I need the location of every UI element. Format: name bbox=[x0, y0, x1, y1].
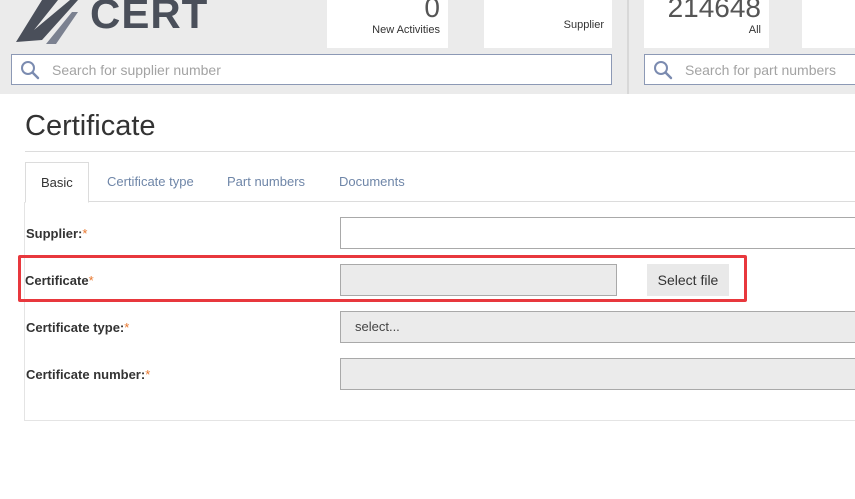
search-icon bbox=[654, 61, 673, 80]
page-title: Certificate bbox=[25, 110, 156, 142]
required-mark: * bbox=[124, 320, 130, 335]
search-icon bbox=[21, 61, 40, 80]
tab-part-numbers[interactable]: Part numbers bbox=[212, 162, 320, 202]
certificate-type-label: Certificate type:* bbox=[26, 320, 129, 335]
stat-tile-partial[interactable] bbox=[802, 0, 855, 48]
stat-label: Supplier bbox=[563, 19, 604, 31]
certificate-number-field[interactable] bbox=[340, 358, 855, 390]
tab-certificate-type[interactable]: Certificate type bbox=[92, 162, 209, 202]
stat-value: 0 bbox=[424, 0, 440, 23]
certificate-type-label-text: Certificate type: bbox=[26, 320, 125, 335]
required-mark: * bbox=[88, 273, 94, 288]
supplier-label: Supplier:* bbox=[26, 226, 87, 241]
supplier-search-input[interactable] bbox=[52, 55, 602, 84]
app-header: CERT 0 New Activities Supplier 214648 Al… bbox=[0, 0, 855, 94]
tab-documents[interactable]: Documents bbox=[324, 162, 420, 202]
certificate-type-selected: select... bbox=[355, 319, 400, 334]
certificate-number-label: Certificate number:* bbox=[26, 367, 150, 382]
stat-supplier[interactable]: Supplier bbox=[484, 0, 612, 48]
stat-all[interactable]: 214648 All bbox=[644, 0, 769, 48]
certificate-label-text: Certificate bbox=[25, 273, 89, 288]
stat-new-activities[interactable]: 0 New Activities bbox=[327, 0, 448, 48]
required-mark: * bbox=[82, 226, 88, 241]
certificate-label: Certificate* bbox=[25, 273, 94, 288]
stat-value: 214648 bbox=[667, 0, 761, 23]
supplier-search-box[interactable] bbox=[11, 54, 612, 85]
certificate-file-field bbox=[340, 264, 617, 296]
tab-basic[interactable]: Basic bbox=[25, 162, 89, 203]
select-file-button[interactable]: Select file bbox=[647, 264, 729, 296]
tab-bar: Basic Certificate type Part numbers Docu… bbox=[25, 162, 855, 203]
parts-search-box[interactable] bbox=[644, 54, 855, 85]
certificate-number-label-text: Certificate number: bbox=[26, 367, 146, 382]
certificate-type-select[interactable]: select... bbox=[340, 311, 855, 343]
stat-label: New Activities bbox=[372, 24, 440, 36]
title-divider bbox=[25, 151, 855, 152]
supplier-label-text: Supplier: bbox=[26, 226, 83, 241]
stat-label: All bbox=[748, 24, 761, 36]
parts-search-input[interactable] bbox=[685, 55, 855, 84]
supplier-field[interactable] bbox=[340, 217, 855, 249]
header-divider bbox=[627, 0, 629, 94]
logo-text: CERT bbox=[90, 0, 209, 37]
required-mark: * bbox=[145, 367, 151, 382]
